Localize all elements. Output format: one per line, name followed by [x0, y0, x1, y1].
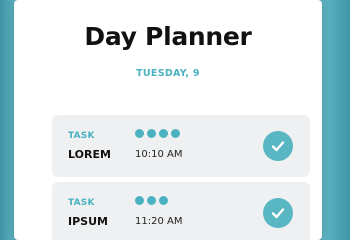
check-circle-icon[interactable] [263, 198, 293, 228]
check-icon [271, 208, 285, 219]
dot-icon [135, 129, 144, 138]
dot-icon [135, 196, 144, 205]
check-icon [271, 141, 285, 152]
priority-dots [135, 129, 180, 138]
task-card[interactable]: TASK LOREM 10:10 AM [52, 115, 310, 177]
dot-icon [147, 196, 156, 205]
current-date: TUESDAY, 9 [136, 68, 200, 79]
left-background-edge [0, 0, 14, 240]
task-time: 11:20 AM [135, 216, 183, 227]
check-circle-icon[interactable] [263, 131, 293, 161]
priority-dots [135, 196, 168, 205]
planner-panel: Day Planner TUESDAY, 9 TASK LOREM 10:10 … [14, 0, 322, 240]
dot-icon [159, 196, 168, 205]
task-label: TASK [68, 131, 95, 141]
dot-icon [171, 129, 180, 138]
task-name: LOREM [68, 148, 111, 161]
task-name: IPSUM [68, 215, 108, 228]
page-title: Day Planner [84, 22, 252, 51]
right-background-edge [322, 0, 350, 240]
task-label: TASK [68, 198, 95, 208]
dot-icon [147, 129, 156, 138]
dot-icon [159, 129, 168, 138]
task-time: 10:10 AM [135, 149, 183, 160]
task-card[interactable]: TASK IPSUM 11:20 AM [52, 182, 310, 240]
